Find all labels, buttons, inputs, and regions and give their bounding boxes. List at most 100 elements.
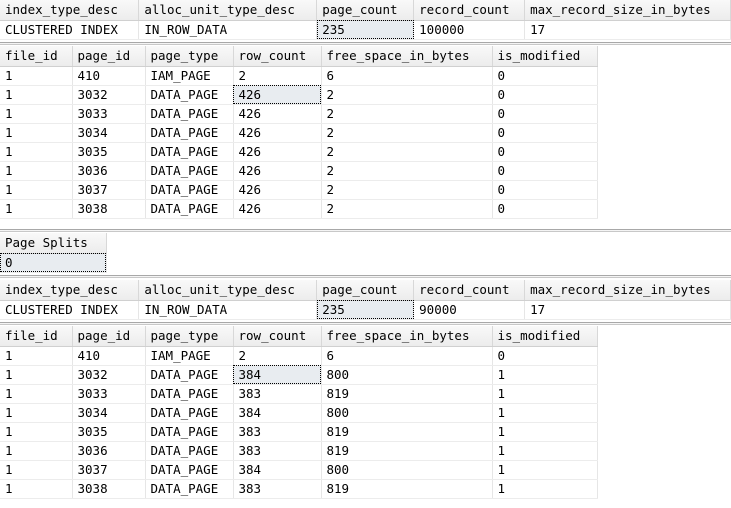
result-splitter[interactable] [0, 275, 731, 278]
grid-cell[interactable]: 410 [72, 66, 146, 86]
column-header[interactable]: row_count [233, 46, 322, 67]
grid-cell[interactable]: 0 [492, 346, 598, 366]
grid-cell[interactable]: DATA_PAGE [145, 180, 234, 200]
grid-cell[interactable]: IAM_PAGE [145, 346, 234, 366]
column-header[interactable]: record_count [413, 280, 526, 301]
grid-cell[interactable]: 0 [492, 123, 598, 143]
grid-cell[interactable]: 426 [233, 199, 322, 219]
grid-cell[interactable]: 383 [233, 441, 322, 461]
column-header[interactable]: page_id [72, 326, 146, 347]
grid-cell[interactable]: 0 [492, 66, 598, 86]
grid-cell[interactable]: 383 [233, 422, 322, 442]
grid-cell[interactable]: 2 [321, 180, 493, 200]
grid-cell[interactable]: 1 [0, 104, 73, 124]
grid-cell[interactable]: 2 [321, 85, 493, 105]
column-header[interactable]: page_type [145, 326, 234, 347]
grid-cell[interactable]: DATA_PAGE [145, 199, 234, 219]
grid-cell[interactable]: 3038 [72, 479, 146, 499]
column-header[interactable]: max_record_size_in_bytes [524, 280, 731, 301]
grid-cell[interactable]: 17 [524, 20, 731, 40]
grid-cell-selected[interactable]: 235 [316, 20, 415, 40]
grid-cell[interactable]: 2 [321, 199, 493, 219]
grid-cell[interactable]: DATA_PAGE [145, 441, 234, 461]
column-header[interactable]: max_record_size_in_bytes [524, 0, 731, 21]
grid-cell[interactable]: DATA_PAGE [145, 479, 234, 499]
grid-cell[interactable]: DATA_PAGE [145, 104, 234, 124]
grid-cell[interactable]: 1 [492, 479, 598, 499]
grid-cell[interactable]: IAM_PAGE [145, 66, 234, 86]
grid-cell[interactable]: DATA_PAGE [145, 384, 234, 404]
column-header[interactable]: page_id [72, 46, 146, 67]
grid-cell[interactable]: 1 [492, 422, 598, 442]
column-header[interactable]: page_type [145, 46, 234, 67]
grid-cell[interactable]: 426 [233, 161, 322, 181]
grid-cell[interactable]: 6 [321, 66, 493, 86]
grid-cell[interactable]: 3034 [72, 123, 146, 143]
grid-cell[interactable]: 90000 [413, 300, 526, 320]
column-header[interactable]: free_space_in_bytes [321, 326, 493, 347]
grid-cell[interactable]: 1 [492, 403, 598, 423]
grid-cell[interactable]: 800 [321, 365, 493, 385]
grid-cell[interactable]: 410 [72, 346, 146, 366]
grid-cell[interactable]: 2 [233, 346, 322, 366]
grid-cell-selected[interactable]: 384 [233, 365, 322, 385]
grid-cell[interactable]: 2 [321, 123, 493, 143]
grid-cell[interactable]: 0 [492, 180, 598, 200]
grid-cell[interactable]: DATA_PAGE [145, 85, 234, 105]
grid-cell[interactable]: DATA_PAGE [145, 123, 234, 143]
grid-cell[interactable]: 1 [0, 66, 73, 86]
grid-cell[interactable]: 2 [321, 104, 493, 124]
column-header[interactable]: is_modified [492, 46, 598, 67]
grid-cell[interactable]: 0 [492, 104, 598, 124]
grid-cell[interactable]: 3034 [72, 403, 146, 423]
column-header[interactable]: file_id [0, 46, 73, 67]
grid-cell[interactable]: 384 [233, 460, 322, 480]
grid-cell[interactable]: DATA_PAGE [145, 365, 234, 385]
grid-cell-selected[interactable]: 235 [316, 300, 415, 320]
grid-cell[interactable]: 2 [321, 161, 493, 181]
grid-cell-selected[interactable]: 0 [0, 253, 107, 273]
grid-cell[interactable]: 1 [0, 365, 73, 385]
column-header[interactable]: page_count [316, 280, 415, 301]
grid-cell[interactable]: 3036 [72, 441, 146, 461]
grid-cell[interactable]: 1 [0, 199, 73, 219]
grid-cell[interactable]: 819 [321, 441, 493, 461]
grid-cell[interactable]: 100000 [413, 20, 526, 40]
grid-cell[interactable]: 3037 [72, 460, 146, 480]
grid-cell[interactable]: 1 [492, 384, 598, 404]
grid-cell[interactable]: 0 [492, 161, 598, 181]
grid-cell[interactable]: IN_ROW_DATA [138, 20, 318, 40]
grid-cell[interactable]: 800 [321, 460, 493, 480]
column-header[interactable]: index_type_desc [0, 280, 140, 301]
grid-cell[interactable]: DATA_PAGE [145, 161, 234, 181]
grid-cell[interactable]: DATA_PAGE [145, 403, 234, 423]
grid-cell[interactable]: 819 [321, 384, 493, 404]
result-splitter[interactable] [0, 322, 731, 325]
column-header[interactable]: page_count [316, 0, 415, 21]
grid-cell[interactable]: 3037 [72, 180, 146, 200]
grid-cell[interactable]: 3036 [72, 161, 146, 181]
grid-cell-selected[interactable]: 426 [233, 85, 322, 105]
grid-cell[interactable]: 1 [0, 85, 73, 105]
grid-cell[interactable]: 384 [233, 403, 322, 423]
column-header[interactable]: file_id [0, 326, 73, 347]
grid-cell[interactable]: DATA_PAGE [145, 422, 234, 442]
grid-cell[interactable]: 426 [233, 142, 322, 162]
column-header[interactable]: is_modified [492, 326, 598, 347]
column-header[interactable]: index_type_desc [0, 0, 140, 21]
result-splitter[interactable] [0, 229, 731, 232]
grid-cell[interactable]: 1 [0, 479, 73, 499]
result-splitter[interactable] [0, 42, 731, 45]
grid-cell[interactable]: 3032 [72, 85, 146, 105]
grid-cell[interactable]: 1 [0, 403, 73, 423]
grid-cell[interactable]: 0 [492, 85, 598, 105]
grid-cell[interactable]: 3035 [72, 422, 146, 442]
grid-cell[interactable]: 17 [524, 300, 731, 320]
grid-cell[interactable]: 800 [321, 403, 493, 423]
grid-cell[interactable]: 819 [321, 479, 493, 499]
grid-cell[interactable]: 819 [321, 422, 493, 442]
grid-cell[interactable]: DATA_PAGE [145, 142, 234, 162]
grid-cell[interactable]: 2 [321, 142, 493, 162]
grid-cell[interactable]: 1 [492, 441, 598, 461]
grid-cell[interactable]: 426 [233, 180, 322, 200]
